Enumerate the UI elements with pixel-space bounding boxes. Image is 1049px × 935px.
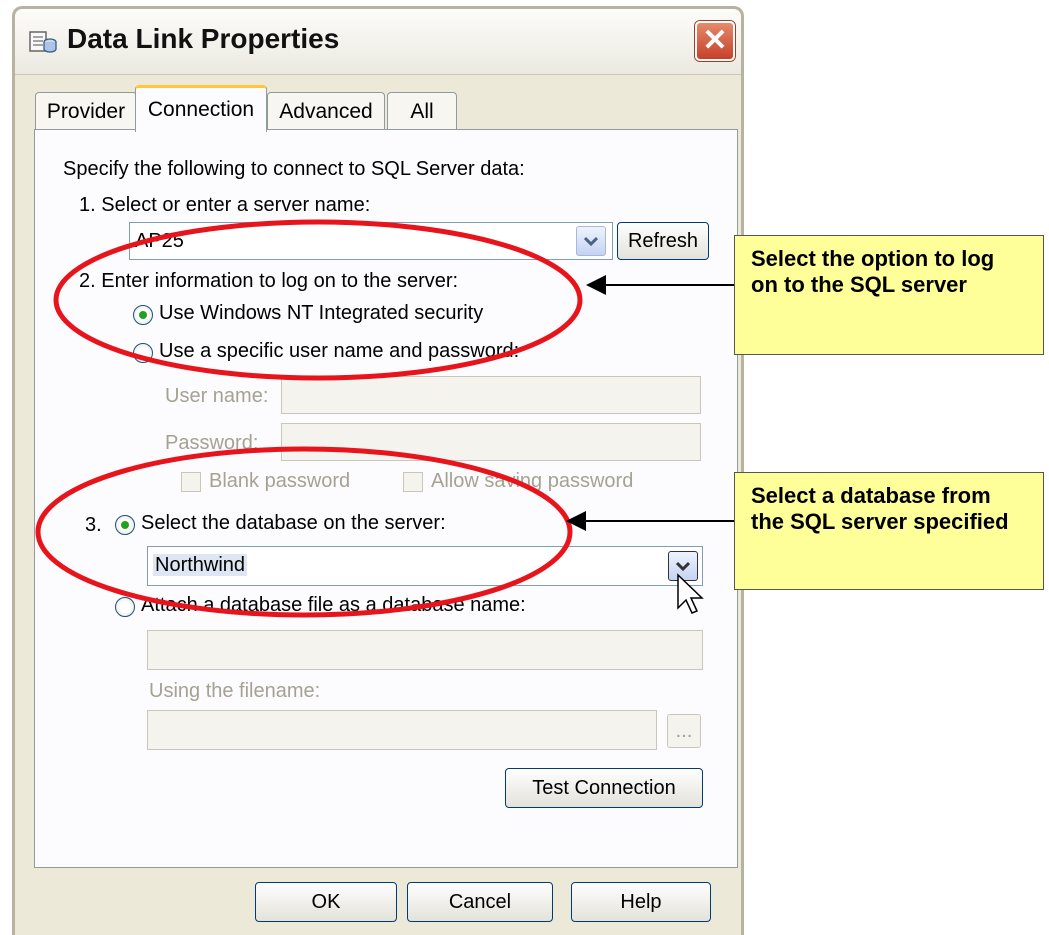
annotation-overlay: [35, 219, 734, 618]
callout-select-database: Select a database from the SQL server sp…: [734, 472, 1044, 590]
mouse-cursor-icon: [677, 573, 704, 614]
callout-logon-text: Select the option to log on to the SQL s…: [751, 246, 995, 297]
highlight-ellipse-database: [35, 446, 573, 618]
highlight-ellipse-logon: [53, 219, 583, 381]
callout-logon-option: Select the option to log on to the SQL s…: [734, 235, 1044, 355]
callout-database-text: Select a database from the SQL server sp…: [751, 483, 1009, 534]
